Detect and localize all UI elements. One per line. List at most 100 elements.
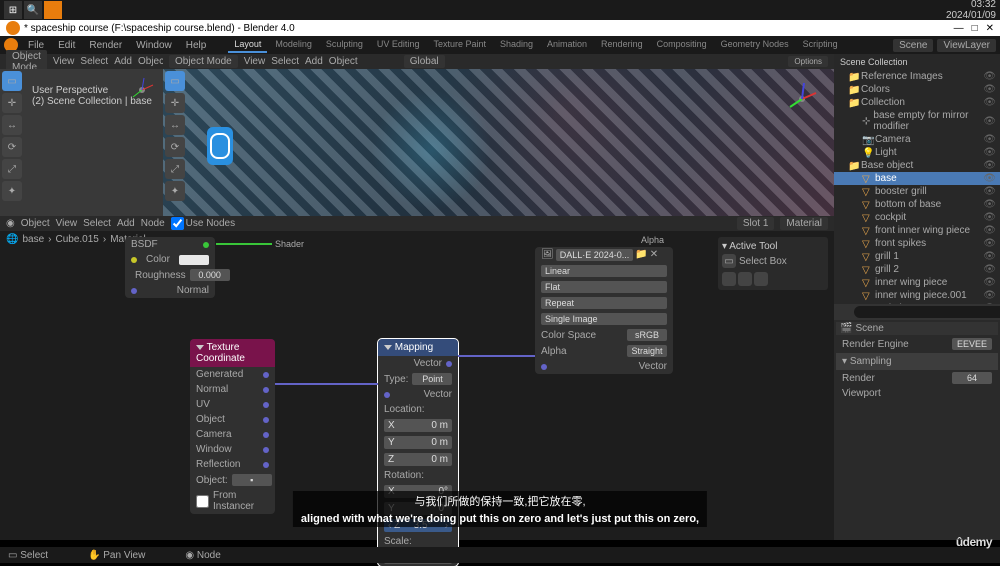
tab-rendering[interactable]: Rendering [595,37,649,53]
eye-icon[interactable]: 👁 [983,116,996,127]
vp2-menu-select[interactable]: Select [271,56,299,67]
vp2-menu-view[interactable]: View [244,56,266,67]
eye-icon[interactable]: 👁 [983,225,996,236]
tab-shading[interactable]: Shading [494,37,539,53]
imgtex-cs[interactable]: sRGB [627,329,667,341]
outliner-item[interactable]: 💡Light👁 [834,146,1000,159]
ne-menu-select[interactable]: Select [83,218,111,229]
maximize-icon[interactable]: □ [972,23,978,34]
mapping-vecin-socket[interactable] [384,392,390,398]
mapping-collapse-icon[interactable] [384,345,392,350]
normal-socket[interactable] [131,288,137,294]
tab-texpaint[interactable]: Texture Paint [427,37,492,53]
tab-layout[interactable]: Layout [228,37,267,53]
vp2-tool-transform[interactable]: ✦ [165,181,185,201]
viewlayer-dropdown[interactable]: ViewLayer [937,39,996,52]
outliner-item[interactable]: 📁Colors👁 [834,83,1000,96]
sel-mode-1[interactable] [722,272,736,286]
vp2-tool-cursor[interactable]: ✛ [165,93,185,113]
outliner[interactable]: Scene Collection 📁Reference Images👁📁Colo… [834,54,1000,304]
outliner-item[interactable]: ▽grill 1👁 [834,250,1000,263]
vp2-mode-dropdown[interactable]: Object Mode [169,55,238,68]
mapping-type-field[interactable]: Point [412,373,452,385]
crumb-cube[interactable]: Cube.015 [55,234,98,245]
outliner-item[interactable]: ▽front inner wing piece👁 [834,224,1000,237]
tool-rotate[interactable]: ⟳ [2,137,22,157]
tc-camera-socket[interactable] [263,432,269,438]
outliner-item[interactable]: ▽grill 2👁 [834,263,1000,276]
slot-dropdown[interactable]: Slot 1 [737,217,775,230]
viewport-2[interactable]: ▭ ✛ ↔ ⟳ ⤢ ✦ [163,69,834,216]
windows-start-icon[interactable]: ⊞ [4,1,22,19]
tool-transform[interactable]: ✦ [2,181,22,201]
outliner-item[interactable]: ▽inner wing piece👁 [834,276,1000,289]
imgtex-name[interactable]: DALL·E 2024-0... [556,249,634,261]
roughness-field[interactable]: 0.000 [190,269,230,281]
imgtex-ext[interactable]: Repeat [541,297,667,309]
eye-icon[interactable]: 👁 [983,84,996,95]
vp1-menu-select[interactable]: Select [80,56,108,67]
imgtex-alpha[interactable]: Straight [627,345,667,357]
outliner-item[interactable]: ▽cockpit👁 [834,211,1000,224]
eye-icon[interactable]: 👁 [983,71,996,82]
property-search[interactable] [854,306,1000,318]
eye-icon[interactable]: 👁 [983,277,996,288]
outliner-item[interactable]: ▽bottom of base👁 [834,198,1000,211]
tc-window-socket[interactable] [263,447,269,453]
imgtex-unlink-icon[interactable]: ✕ [650,249,658,261]
sampling-header[interactable]: ▾ Sampling [836,353,998,370]
outliner-item[interactable]: 📁Collection👁 [834,96,1000,109]
blender-taskbar-icon[interactable] [44,1,62,19]
tab-scripting[interactable]: Scripting [797,37,844,53]
render-samples[interactable]: 64 [952,372,992,384]
tab-modeling[interactable]: Modeling [269,37,318,53]
imgtex-src[interactable]: Single Image [541,313,667,325]
outliner-item[interactable]: 📁Base object👁 [834,159,1000,172]
close-icon[interactable]: ✕ [986,23,994,34]
minimize-icon[interactable]: — [954,23,964,34]
eye-icon[interactable]: 👁 [983,199,996,210]
tc-obj-field[interactable]: ▪ [232,474,272,486]
mapping-locz[interactable]: 0 m [431,454,448,465]
tc-uv-socket[interactable] [263,402,269,408]
properties-panel[interactable]: 🎬Scene Render EngineEEVEE ▾ Sampling Ren… [834,320,1000,540]
ne-menu-view[interactable]: View [56,218,78,229]
mapping-vecout-socket[interactable] [446,361,452,367]
tool-scale[interactable]: ⤢ [2,159,22,179]
tab-uvediting[interactable]: UV Editing [371,37,426,53]
outliner-item[interactable]: ⊹base empty for mirror modifier👁 [834,109,1000,133]
ne-menu-add[interactable]: Add [117,218,135,229]
tab-compositing[interactable]: Compositing [651,37,713,53]
vp2-tool-move[interactable]: ↔ [165,115,185,135]
outliner-item[interactable]: ▽booster grill👁 [834,185,1000,198]
eye-icon[interactable]: 👁 [983,97,996,108]
tool-select-box[interactable]: ▭ [2,71,22,91]
vp2-options[interactable]: Options [788,56,828,67]
ne-menu-object-toggle[interactable]: Object [21,218,50,229]
outliner-item[interactable]: ▽front spikes👁 [834,237,1000,250]
imgtex-interp[interactable]: Linear [541,265,667,277]
scene-dropdown[interactable]: Scene [893,39,933,52]
vp2-tool-rotate[interactable]: ⟳ [165,137,185,157]
menu-edit[interactable]: Edit [52,38,81,53]
ne-editor-icon[interactable]: ◉ [6,218,15,229]
crumb-obj[interactable]: base [22,234,44,245]
imgtex-open-icon[interactable]: 📁 [635,249,647,261]
sel-mode-2[interactable] [738,272,752,286]
bsdf-socket[interactable] [203,242,209,248]
vp2-gizmo[interactable] [782,79,822,119]
color-socket[interactable] [131,257,137,263]
tc-reflection-socket[interactable] [263,462,269,468]
eye-icon[interactable]: 👁 [983,173,996,184]
eye-icon[interactable]: 👁 [983,238,996,249]
tab-geonodes[interactable]: Geometry Nodes [715,37,795,53]
menu-help[interactable]: Help [180,38,213,53]
outliner-item[interactable]: 📁Reference Images👁 [834,70,1000,83]
vp2-global[interactable]: Global [404,55,445,68]
eye-icon[interactable]: 👁 [983,186,996,197]
vp2-tool-scale[interactable]: ⤢ [165,159,185,179]
search-icon[interactable]: 🔍 [24,1,42,19]
imgtex-vector-socket[interactable] [541,364,547,370]
tc-object-socket[interactable] [263,417,269,423]
texcoord-collapse-icon[interactable] [196,345,204,350]
